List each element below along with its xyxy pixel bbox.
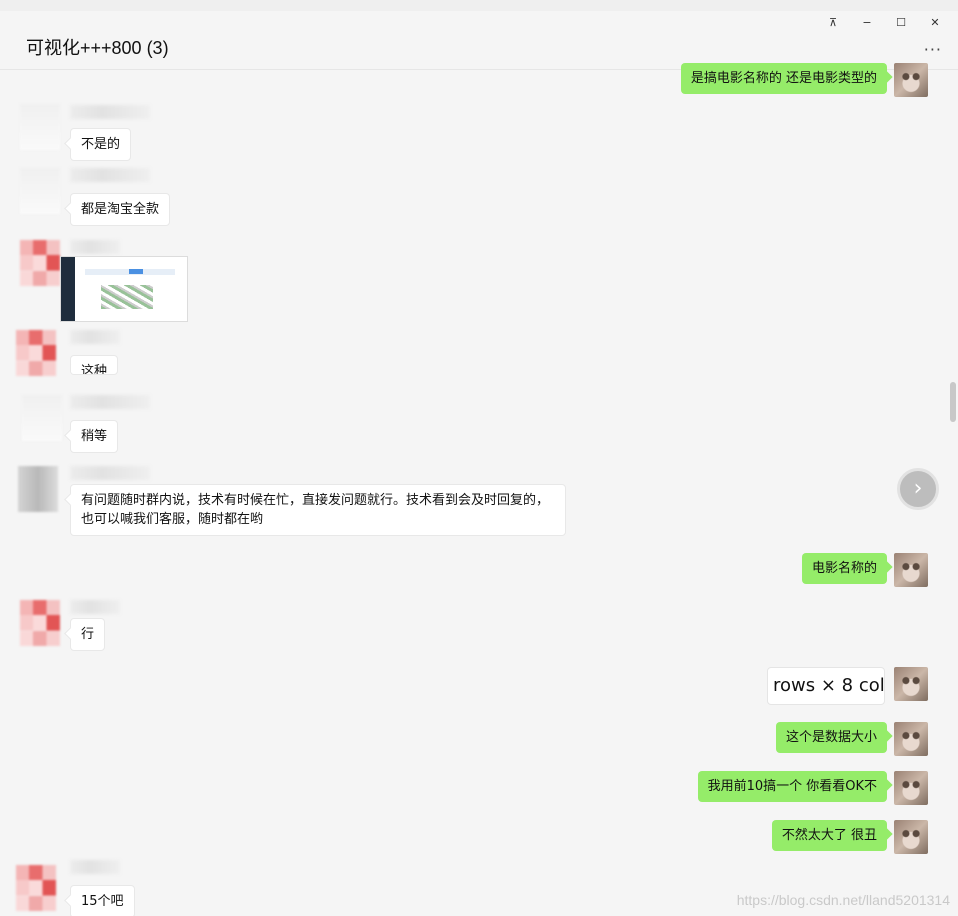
message-bubble-out[interactable]: 是搞电影名称的 还是电影类型的 <box>680 63 887 94</box>
message-bubble-out[interactable]: rows × 8 colu <box>767 667 885 705</box>
image-message[interactable] <box>60 256 188 322</box>
contact-avatar[interactable] <box>20 240 60 286</box>
thumb-button <box>129 269 143 274</box>
message-bubble-out[interactable]: 不然太大了 很丑 <box>771 820 887 851</box>
contact-avatar[interactable] <box>20 104 60 150</box>
sender-name <box>70 168 150 182</box>
my-avatar[interactable] <box>894 553 928 587</box>
message-bubble-in[interactable]: 不是的 <box>70 128 132 161</box>
chevron-right-icon: › <box>913 476 923 501</box>
thumb-sidebar <box>61 257 75 321</box>
contact-avatar[interactable] <box>20 600 60 646</box>
sender-name <box>70 600 120 614</box>
sender-name <box>70 330 120 344</box>
close-button[interactable]: ✕ <box>918 13 952 31</box>
message-bubble-in[interactable]: 15个吧 <box>70 885 135 916</box>
top-strip <box>0 0 958 11</box>
my-avatar[interactable] <box>894 771 928 805</box>
message-bubble-in[interactable]: 有问题随时群内说，技术有时候在忙，直接发问题就行。技术看到会及时回复的，也可以喊… <box>70 484 566 536</box>
message-bubble-in[interactable]: 这种 <box>70 355 119 375</box>
maximize-button[interactable]: ☐ <box>884 13 918 31</box>
contact-avatar[interactable] <box>16 865 56 911</box>
sender-name <box>70 240 120 254</box>
message-bubble-in[interactable]: 都是淘宝全款 <box>70 193 171 226</box>
scrollbar-thumb[interactable] <box>950 382 956 422</box>
sender-name <box>70 395 150 409</box>
more-options-icon[interactable]: ··· <box>924 40 942 59</box>
contact-avatar[interactable] <box>22 395 62 441</box>
contact-avatar[interactable] <box>16 330 56 376</box>
my-avatar[interactable] <box>894 820 928 854</box>
my-avatar[interactable] <box>894 667 928 701</box>
message-bubble-in[interactable]: 稍等 <box>70 420 119 453</box>
chat-header: 可视化+++800 (3) ⊼ − ☐ ✕ ··· <box>0 11 958 70</box>
window-controls: ⊼ − ☐ ✕ <box>816 13 952 31</box>
message-bubble-out[interactable]: 这个是数据大小 <box>775 722 887 753</box>
message-bubble-out[interactable]: 我用前10搞一个 你看看OK不 <box>697 771 887 802</box>
contact-avatar[interactable] <box>20 168 60 214</box>
my-avatar[interactable] <box>894 722 928 756</box>
next-arrow-button[interactable]: › <box>897 468 939 510</box>
chat-title: 可视化+++800 (3) <box>26 38 169 58</box>
message-bubble-in[interactable]: 行 <box>70 618 106 651</box>
watermark: https://blog.csdn.net/lland5201314 <box>736 892 950 908</box>
pin-icon[interactable]: ⊼ <box>816 13 850 31</box>
message-bubble-out[interactable]: 电影名称的 <box>801 553 887 584</box>
sender-name <box>70 466 150 480</box>
sender-name <box>70 105 150 119</box>
thumb-word-cloud <box>101 285 153 309</box>
sender-name <box>70 860 120 874</box>
my-avatar[interactable] <box>894 63 928 97</box>
contact-avatar[interactable] <box>18 466 58 512</box>
minimize-button[interactable]: − <box>850 13 884 31</box>
